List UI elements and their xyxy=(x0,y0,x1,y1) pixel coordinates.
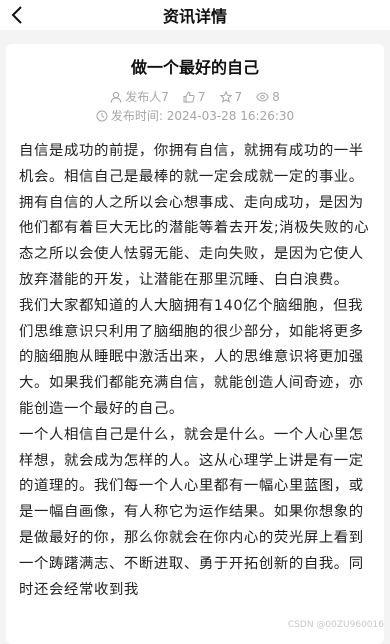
article-title: 做一个最好的自己 xyxy=(130,58,259,77)
publish-time-row: 发布时间: 2024-03-28 16:26:30 xyxy=(6,107,384,124)
article-meta: 发布人7 7 7 8 xyxy=(6,88,384,105)
like-count: 7 xyxy=(197,89,206,104)
publisher-name: 发布人7 xyxy=(125,90,169,104)
top-bar: 资讯详情 xyxy=(0,0,390,30)
like-info[interactable]: 7 xyxy=(183,88,206,105)
favorite-count: 7 xyxy=(234,89,243,104)
publisher-info: 发布人7 xyxy=(110,88,169,105)
article-card: 做一个最好的自己 发布人7 7 7 8 发布时间: 2024-03-28 16:… xyxy=(6,44,384,644)
eye-icon xyxy=(256,91,269,102)
paragraph: 一个人相信自己是什么，就会是什么。一个人心里怎样想，就会成为怎样的人。这从心理学… xyxy=(19,426,364,598)
publish-time: 发布时间: 2024-03-28 16:26:30 xyxy=(110,109,295,123)
favorite-info[interactable]: 7 xyxy=(219,88,243,105)
paragraph: 我们大家都知道的人大脑拥有140亿个脑细胞，但我们思维意识只利用了脑细胞的很少部… xyxy=(19,297,364,417)
user-icon xyxy=(110,91,122,103)
view-info: 8 xyxy=(256,88,280,105)
paragraph: 自信是成功的前提，你拥有自信，就拥有成功的一半机会。相信自己是最棒的就一定会成就… xyxy=(19,143,370,288)
page-title: 资讯详情 xyxy=(162,7,227,26)
star-icon xyxy=(219,90,232,103)
watermark: CSDN @00ZU960016 xyxy=(287,620,384,630)
article-content: 自信是成功的前提，你拥有自信，就拥有成功的一半机会。相信自己是最棒的就一定会成就… xyxy=(19,139,373,603)
thumbs-up-icon xyxy=(183,90,195,102)
view-count: 8 xyxy=(272,89,280,104)
clock-icon xyxy=(96,110,108,121)
